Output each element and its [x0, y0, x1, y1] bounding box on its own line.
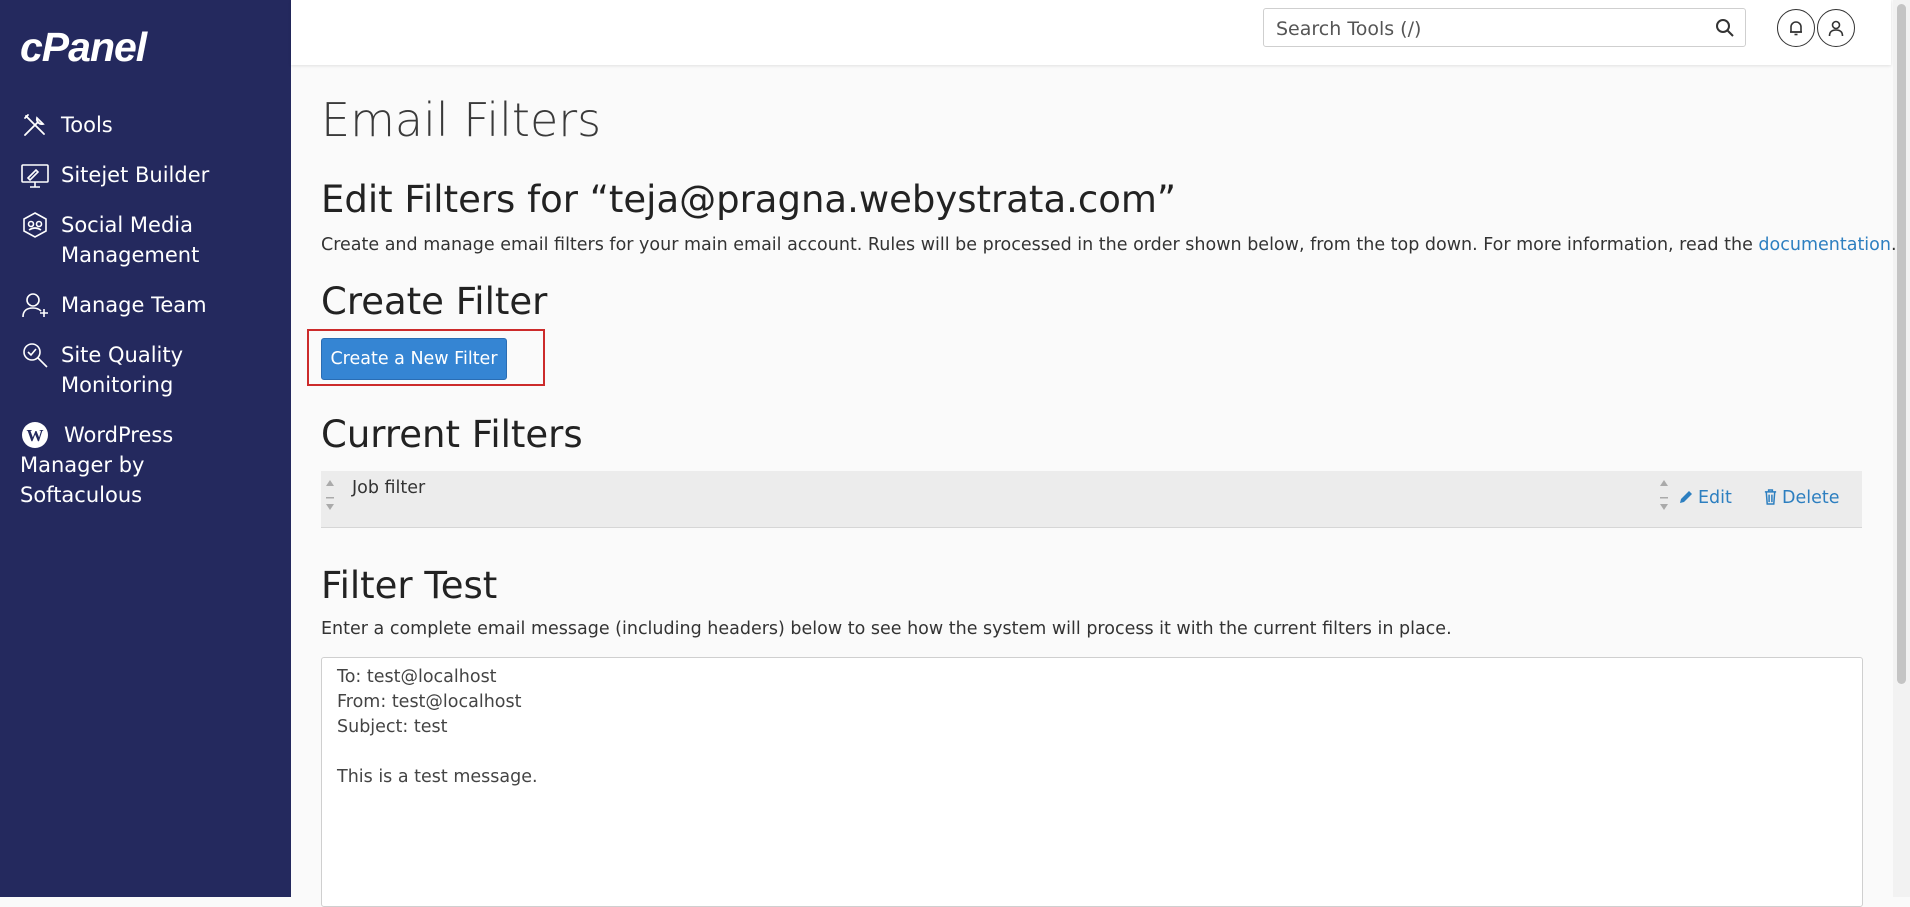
filter-test-heading: Filter Test — [321, 564, 498, 607]
sidebar-item-label: WordPress Manager by Softaculous — [20, 423, 174, 507]
pencil-icon — [1678, 489, 1694, 510]
filter-row: Job filter Edit Delete — [321, 471, 1862, 528]
tools-icon — [20, 110, 50, 140]
sidebar-item-wordpress-manager[interactable]: W WordPress Manager by Softaculous — [20, 420, 285, 510]
search-input[interactable] — [1274, 13, 1698, 44]
monitor-brush-icon — [20, 160, 50, 190]
scrollbar-thumb[interactable] — [1897, 4, 1906, 684]
trash-icon — [1763, 488, 1778, 510]
edit-filters-heading: Edit Filters for “teja@pragna.webystrata… — [321, 178, 1177, 221]
current-filters-heading: Current Filters — [321, 413, 583, 456]
sidebar: cPanel Tools Sitejet Builder Social Medi… — [0, 0, 291, 897]
sidebar-item-label: Sitejet Builder — [61, 163, 210, 187]
cpanel-logo[interactable]: cPanel — [20, 24, 147, 71]
sidebar-item-label: Tools — [61, 113, 113, 137]
sidebar-item-label: Social Media Management — [61, 213, 200, 267]
team-user-icon — [20, 290, 50, 320]
sidebar-item-label: Manage Team — [61, 293, 207, 317]
drag-handle-icon[interactable] — [324, 477, 336, 521]
page-title: Email Filters — [321, 93, 602, 147]
filter-test-textarea[interactable]: To: test@localhost From: test@localhost … — [321, 657, 1863, 907]
intro-text: Create and manage email filters for your… — [321, 235, 1897, 255]
user-menu-button[interactable] — [1817, 9, 1855, 47]
documentation-link[interactable]: documentation — [1758, 235, 1891, 255]
filter-test-description: Enter a complete email message (includin… — [321, 619, 1452, 639]
delete-filter-link[interactable]: Delete — [1763, 488, 1840, 510]
sidebar-item-manage-team[interactable]: Manage Team — [20, 290, 285, 320]
intro-text-end: . — [1890, 235, 1897, 255]
drag-handle-icon[interactable] — [1658, 477, 1670, 521]
edit-label: Edit — [1698, 488, 1732, 508]
filter-name: Job filter — [352, 478, 426, 498]
social-media-icon — [20, 210, 50, 240]
delete-label: Delete — [1782, 488, 1840, 508]
magnify-check-icon — [20, 340, 50, 370]
intro-text-body: Create and manage email filters for your… — [321, 235, 1759, 255]
sidebar-item-site-quality-monitoring[interactable]: Site Quality Monitoring — [20, 340, 285, 400]
edit-filter-link[interactable]: Edit — [1678, 488, 1732, 510]
notifications-button[interactable] — [1777, 9, 1815, 47]
create-filter-heading: Create Filter — [321, 280, 548, 323]
sidebar-item-social-media-management[interactable]: Social Media Management — [20, 210, 285, 270]
create-new-filter-button[interactable]: Create a New Filter — [321, 338, 507, 380]
sidebar-item-tools[interactable]: Tools — [20, 110, 285, 140]
sidebar-item-sitejet-builder[interactable]: Sitejet Builder — [20, 160, 285, 190]
sidebar-item-label: Site Quality Monitoring — [61, 343, 184, 397]
top-bar — [291, 0, 1891, 65]
search-icon[interactable] — [1715, 18, 1735, 38]
search-box — [1263, 8, 1746, 47]
